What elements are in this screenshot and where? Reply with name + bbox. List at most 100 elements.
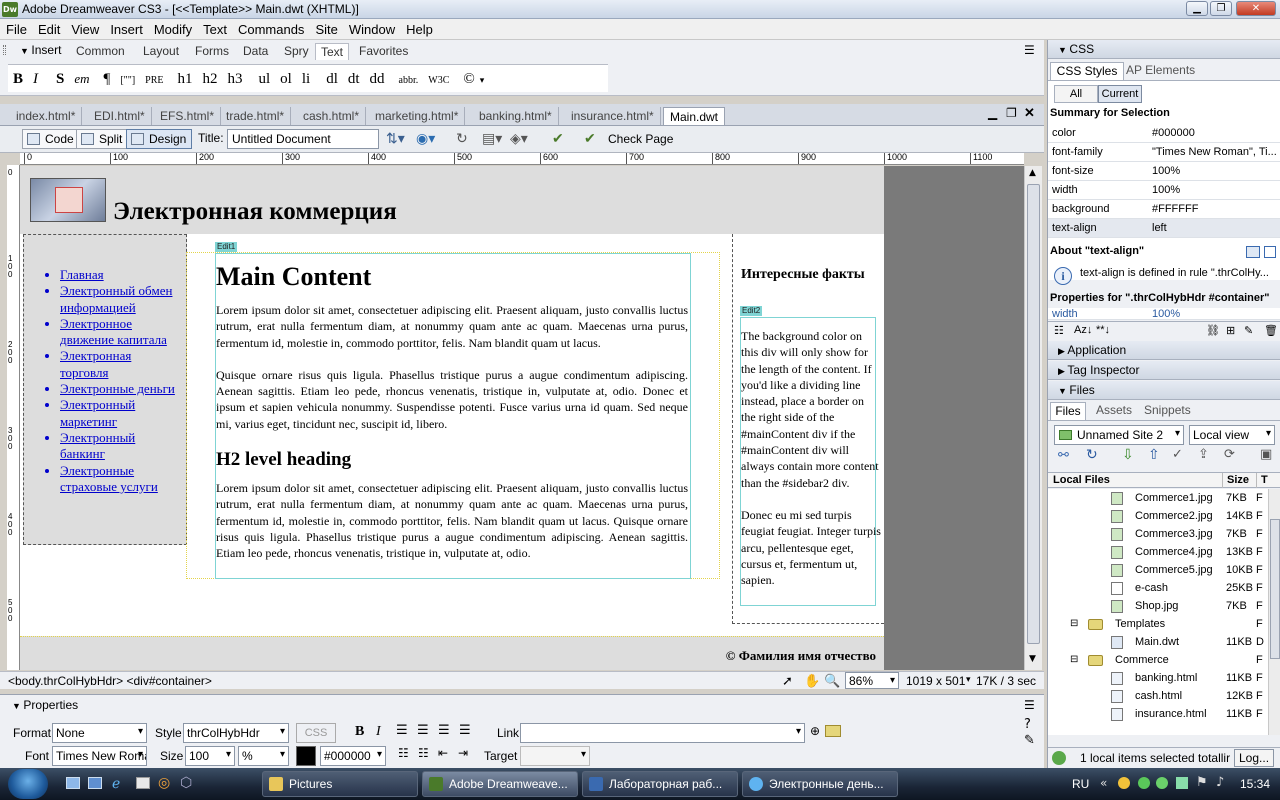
set-properties-icon[interactable]: **↓ — [1096, 324, 1110, 336]
tray-icon[interactable] — [1156, 777, 1168, 789]
tab-assets[interactable]: Assets — [1096, 403, 1132, 417]
bold-icon[interactable]: B — [355, 724, 364, 740]
nav-link-cash[interactable]: Электронные деньги — [60, 381, 180, 397]
tab-efs[interactable]: EFS.html* — [154, 107, 222, 125]
close-icon[interactable]: ✕ — [1236, 1, 1276, 16]
css-prop-row[interactable]: width 100% — [1048, 181, 1280, 200]
quick-tag-editor-icon[interactable]: ✎ — [1024, 733, 1035, 748]
grip-icon[interactable] — [3, 45, 6, 55]
file-row[interactable]: e-cash 25KB F — [1048, 579, 1266, 597]
taskbar-dreamweaver[interactable]: Adobe Dreamweave... — [422, 771, 578, 797]
strong-icon[interactable]: S — [51, 65, 69, 93]
indent-icon[interactable]: ⇥ — [458, 746, 468, 760]
characters-icon[interactable]: © — [458, 65, 479, 93]
menu-edit[interactable]: Edit — [32, 19, 65, 37]
file-row[interactable]: Commerce4.jpg 13KB F — [1048, 543, 1266, 561]
insert-label[interactable]: ▼ Insert — [20, 43, 61, 57]
refresh-icon[interactable]: ↻ — [456, 130, 468, 147]
acronym-icon[interactable]: W3C — [423, 67, 454, 95]
network-icon[interactable] — [1176, 777, 1188, 789]
unit-select[interactable]: % — [238, 746, 289, 766]
italic-icon[interactable]: I — [376, 724, 381, 740]
tab-main-dwt[interactable]: Main.dwt — [663, 107, 726, 125]
put-files-icon[interactable]: ⇧ — [1148, 447, 1160, 463]
dt-icon[interactable]: dt — [343, 65, 365, 93]
get-files-icon[interactable]: ⇩ — [1122, 447, 1134, 463]
scrollbar-thumb[interactable] — [1027, 184, 1040, 644]
editable-region-tag[interactable]: Edit1 — [215, 242, 238, 252]
align-right-icon[interactable]: ☰ — [438, 723, 450, 738]
zoom-select[interactable]: 86% — [845, 672, 899, 689]
panel-menu-icon[interactable]: ☰ — [1024, 43, 1035, 57]
check-out-icon[interactable]: ✓ — [1172, 447, 1183, 462]
show-desktop-icon[interactable] — [66, 777, 80, 789]
pointer-tool-icon[interactable]: ➚ — [782, 673, 793, 689]
ol-icon[interactable]: ol — [275, 65, 297, 93]
design-view-button[interactable]: Design — [126, 129, 193, 149]
view-options-icon[interactable]: ▤▾ — [482, 130, 502, 147]
split-view-button[interactable]: Split — [76, 129, 129, 149]
tab-trade[interactable]: trade.html* — [220, 107, 292, 125]
explorer-icon[interactable] — [136, 777, 150, 789]
tab-spry[interactable]: Spry — [279, 43, 314, 60]
tab-layout[interactable]: Layout — [138, 43, 184, 60]
abbr-icon[interactable]: abbr. — [394, 67, 424, 95]
file-row[interactable]: Main.dwt 11KB D — [1048, 633, 1266, 651]
tag-inspector-panel-header[interactable]: ▶ Tag Inspector — [1048, 361, 1280, 380]
outdent-icon[interactable]: ⇤ — [438, 746, 448, 760]
menu-text[interactable]: Text — [197, 19, 232, 37]
target-select[interactable] — [520, 746, 590, 766]
nav-link-trade[interactable]: Электронная торговля — [60, 348, 180, 381]
sidebar-content[interactable]: The background color on this div will on… — [741, 328, 881, 604]
tab-snippets[interactable]: Snippets — [1144, 403, 1191, 417]
menu-file[interactable]: File — [0, 19, 32, 37]
dd-icon[interactable]: dd — [365, 65, 390, 93]
language-indicator[interactable]: RU — [1072, 777, 1089, 791]
file-row[interactable]: insurance.html 11KB F — [1048, 705, 1266, 723]
css-prop-row[interactable]: font-size 100% — [1048, 162, 1280, 181]
css-button[interactable]: CSS — [296, 723, 336, 743]
tab-insurance[interactable]: insurance.html* — [565, 107, 661, 125]
align-center-icon[interactable]: ☰ — [417, 723, 429, 738]
tab-files[interactable]: Files — [1050, 402, 1086, 420]
application-panel-header[interactable]: ▶ Application — [1048, 341, 1280, 360]
css-prop-row[interactable]: font-family "Times New Roman", Ti... — [1048, 143, 1280, 162]
file-row[interactable]: Commerce1.jpg 7KB F — [1048, 489, 1266, 507]
scrollbar-thumb[interactable] — [1270, 519, 1280, 659]
color-swatch[interactable] — [296, 746, 316, 766]
css-prop-row-selected[interactable]: text-align left — [1048, 219, 1280, 238]
menu-help[interactable]: Help — [400, 19, 438, 37]
collapse-icon[interactable]: ⊟ — [1070, 615, 1078, 633]
tab-css-styles[interactable]: CSS Styles — [1050, 62, 1124, 80]
css-panel-header[interactable]: ▼ CSS — [1048, 40, 1280, 59]
minimize-icon[interactable]: ▁ — [1186, 1, 1208, 16]
volume-icon[interactable]: ♪ — [1216, 775, 1224, 790]
ie-icon[interactable]: ℯ — [112, 776, 120, 792]
view-select[interactable]: Local view — [1189, 425, 1275, 445]
files-panel-header[interactable]: ▼ Files — [1048, 381, 1280, 400]
visual-aids-icon[interactable]: ◈▾ — [510, 130, 528, 147]
bold-icon[interactable]: B — [8, 65, 28, 93]
tab-ap-elements[interactable]: AP Elements — [1126, 63, 1195, 77]
tab-text[interactable]: Text — [315, 43, 350, 60]
site-select[interactable]: Unnamed Site 2 — [1054, 425, 1184, 445]
properties-header[interactable]: ▼ Properties — [12, 698, 78, 712]
h3-icon[interactable]: h3 — [223, 65, 248, 93]
css-prop-row[interactable]: color #000000 — [1048, 124, 1280, 143]
log-button[interactable]: Log... — [1234, 749, 1275, 767]
tab-common[interactable]: Common — [71, 43, 130, 60]
start-button[interactable] — [8, 769, 48, 799]
link-input[interactable] — [520, 723, 805, 743]
tab-favorites[interactable]: Favorites — [354, 43, 413, 60]
title-input[interactable]: Untitled Document — [227, 129, 379, 149]
category-view-icon[interactable]: ☷ — [1054, 324, 1064, 337]
chevron-down-icon[interactable]: ▾ — [480, 66, 490, 94]
menu-site[interactable]: Site — [309, 19, 342, 37]
attach-stylesheet-icon[interactable]: ⛓ — [1206, 324, 1220, 337]
css-prop-row[interactable]: width 100% — [1048, 308, 1280, 320]
help-icon[interactable]: ? — [1024, 717, 1031, 732]
code-view-button[interactable]: Code — [22, 129, 80, 149]
taskbar-ie[interactable]: Электронные день... — [742, 771, 898, 797]
taskbar-pictures[interactable]: Pictures — [262, 771, 418, 797]
file-row[interactable]: cash.html 12KB F — [1048, 687, 1266, 705]
